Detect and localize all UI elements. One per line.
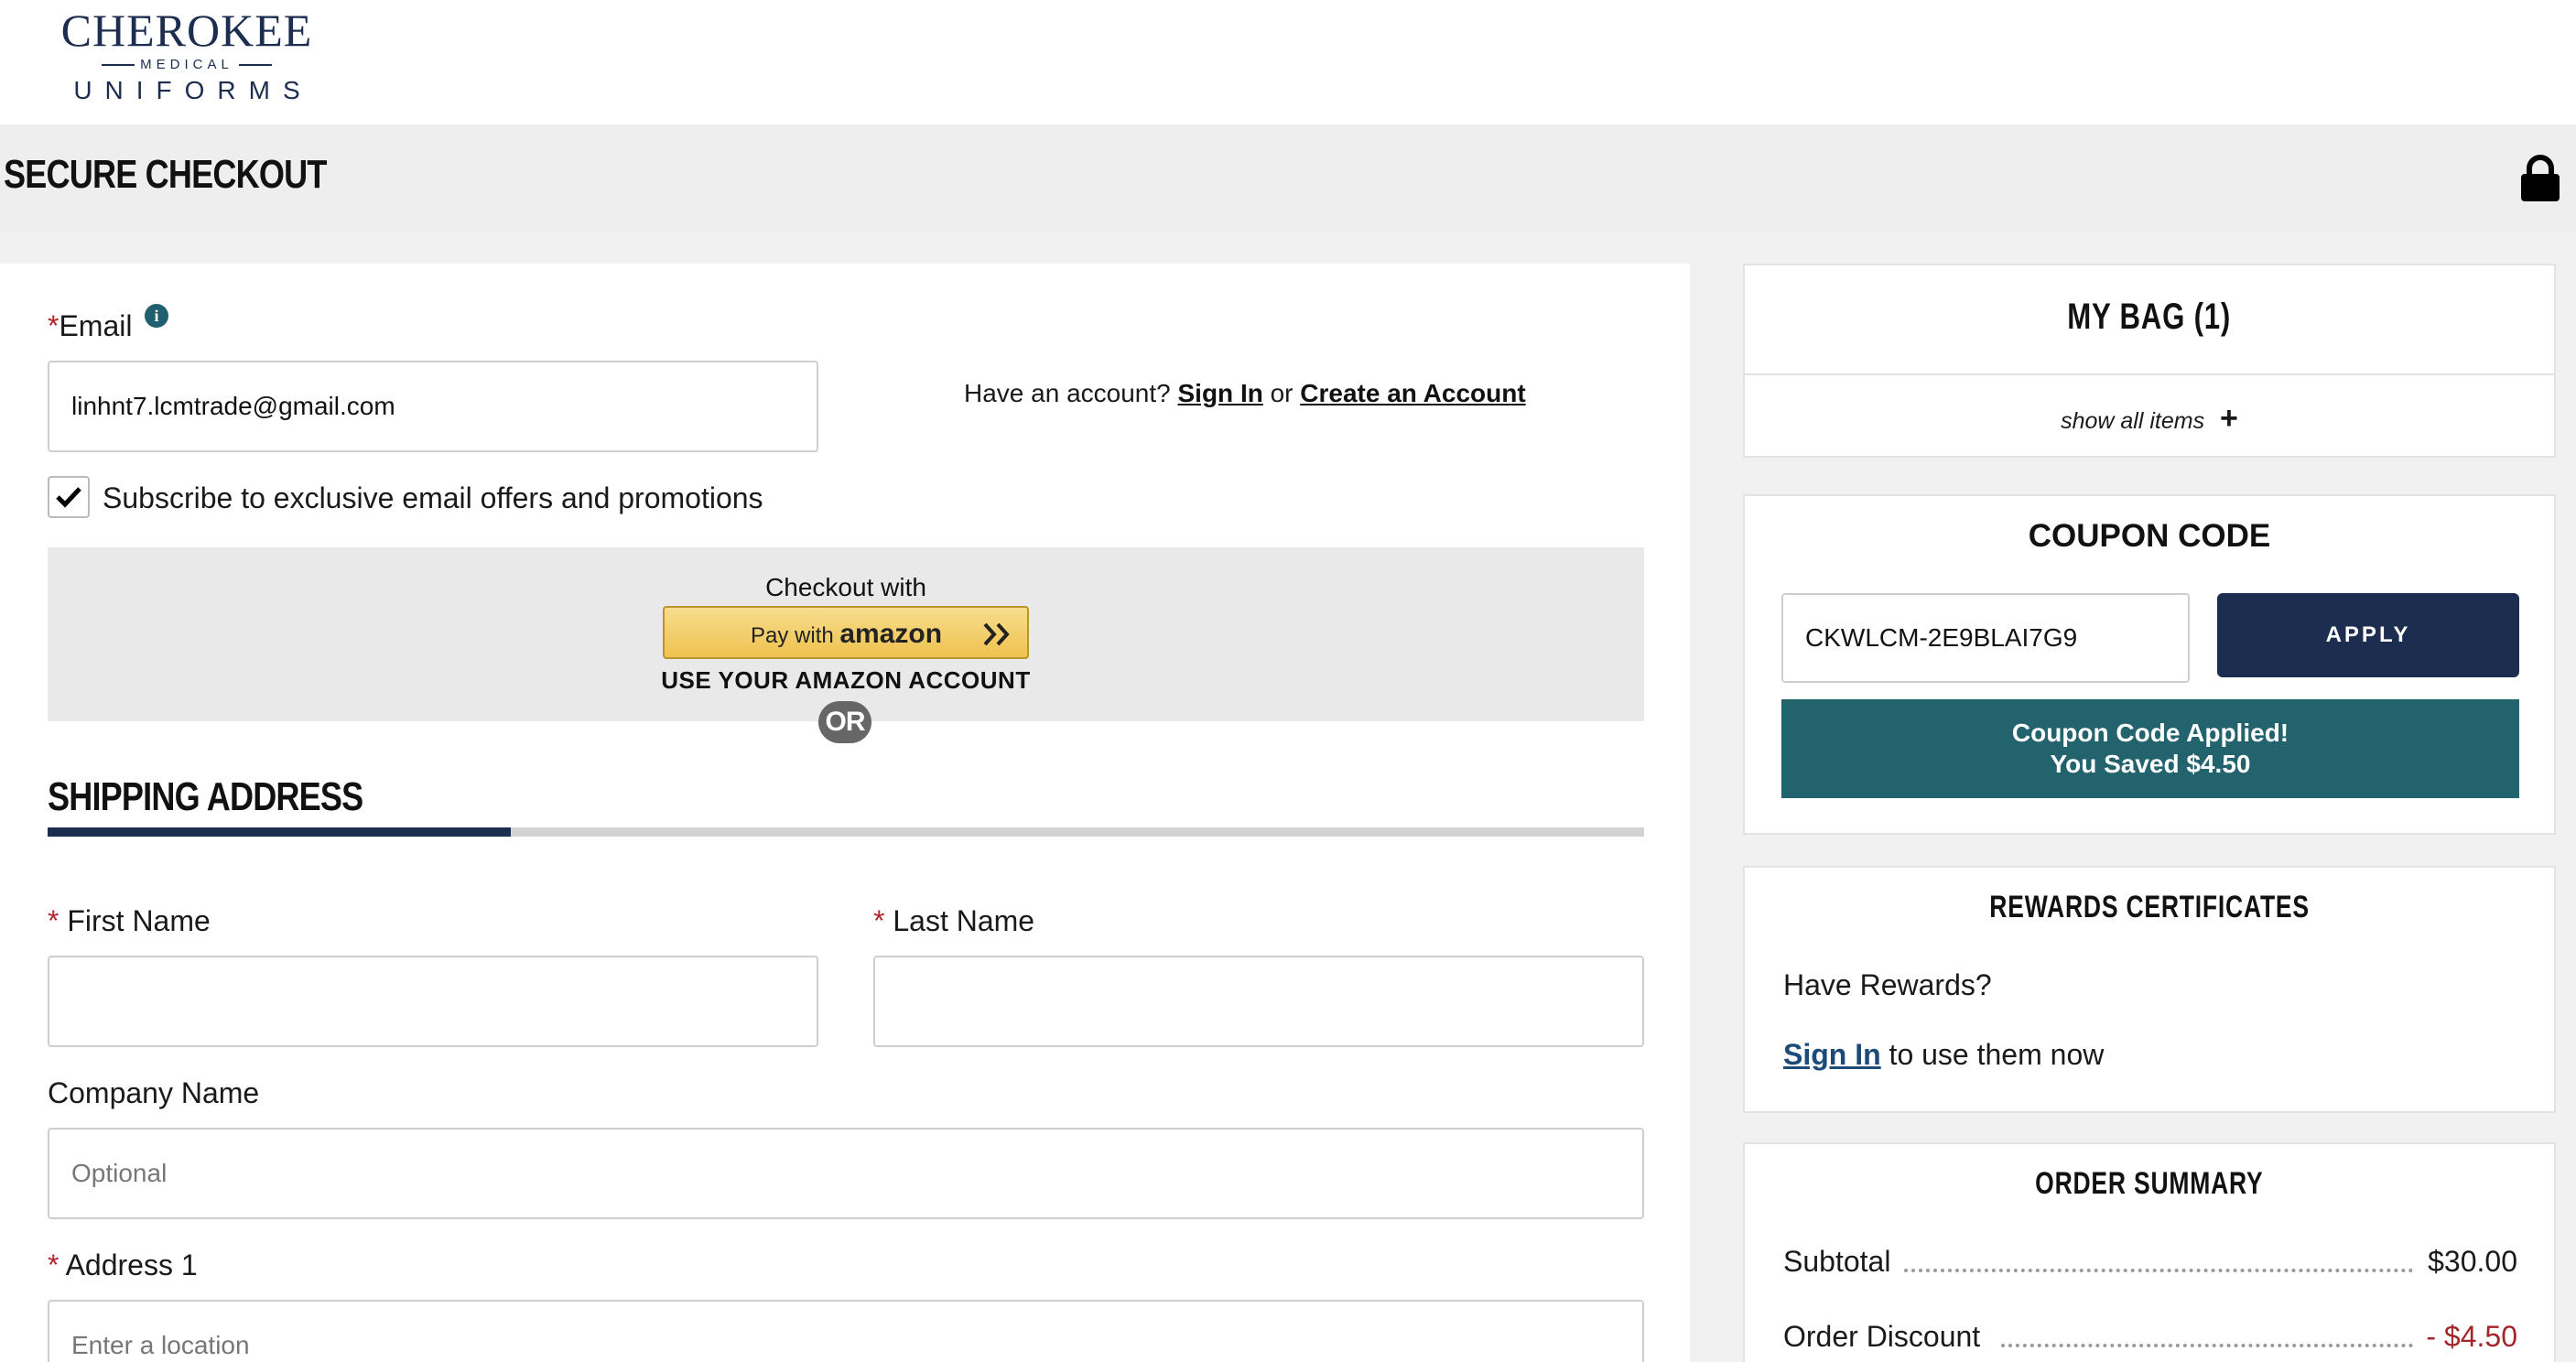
rewards-sign-in-link[interactable]: Sign In: [1783, 1038, 1881, 1071]
checkout-header-bar: SECURE CHECKOUT: [0, 124, 2576, 232]
first-name-label: * First Name: [48, 904, 211, 937]
amazon-checkout-with-text: Checkout with: [765, 573, 926, 601]
coupon-code-input[interactable]: CKWLCM-2E9BLAI7G9: [1781, 593, 2190, 683]
pay-with-amazon-button[interactable]: Pay with amazon: [663, 606, 1029, 659]
amazon-checkout-section: Checkout with Pay with amazon USE YOUR A…: [48, 547, 1644, 721]
discount-leader-dots: [2001, 1344, 2413, 1347]
address1-field[interactable]: Enter a location: [48, 1300, 1644, 1362]
last-name-label: * Last Name: [873, 904, 1035, 937]
order-summary-card: ORDER SUMMARY Subtotal $30.00 Order Disc…: [1743, 1142, 2556, 1362]
rewards-title: REWARDS CERTIFICATES: [1989, 890, 2310, 924]
or-divider-badge: OR: [818, 701, 871, 743]
logo-wordmark: CHEROKEE: [60, 5, 313, 56]
subtotal-leader-dots: [1904, 1269, 2413, 1272]
logo-subtitle: MEDICAL: [49, 57, 324, 73]
bag-divider: [1745, 373, 2554, 375]
sign-in-link[interactable]: Sign In: [1178, 379, 1263, 407]
lock-icon: [2521, 155, 2560, 201]
plus-icon: +: [2220, 401, 2238, 436]
logo-tagline: UNIFORMS: [73, 76, 313, 104]
show-all-items-button[interactable]: show all items +: [1745, 401, 2554, 437]
coupon-title: COUPON CODE: [2028, 518, 2271, 554]
my-bag-title: MY BAG (1): [2067, 297, 2232, 337]
coupon-applied-message: Coupon Code Applied! You Saved $4.50: [1781, 699, 2519, 798]
rewards-sign-in-line: Sign In to use them now: [1783, 1038, 2105, 1071]
checkout-progress-fill: [48, 827, 511, 837]
info-icon[interactable]: i: [145, 304, 168, 328]
subscribe-checkbox[interactable]: [48, 476, 90, 518]
page-title: SECURE CHECKOUT: [4, 152, 327, 197]
checkmark-icon: [56, 487, 81, 508]
checkout-form-panel: *Email i linhnt7.lcmtrade@gmail.com Have…: [0, 264, 1690, 1362]
order-discount-value: - $4.50: [2426, 1320, 2517, 1353]
account-prompt: Have an account? Sign In or Create an Ac…: [964, 379, 1526, 407]
double-chevron-right-icon: [983, 622, 1010, 646]
first-name-field[interactable]: [48, 956, 818, 1047]
site-header: CHEROKEE MEDICAL UNIFORMS: [0, 0, 2576, 124]
rewards-card: REWARDS CERTIFICATES Have Rewards? Sign …: [1743, 866, 2556, 1113]
order-summary-title: ORDER SUMMARY: [2035, 1166, 2264, 1201]
order-discount-label: Order Discount: [1783, 1320, 1981, 1353]
company-name-label: Company Name: [48, 1076, 260, 1109]
subtotal-label: Subtotal: [1783, 1245, 1891, 1278]
email-label: *Email: [48, 309, 133, 342]
order-discount-row: Order Discount: [1783, 1320, 2521, 1354]
have-rewards-text: Have Rewards?: [1783, 968, 1992, 1001]
subscribe-label: Subscribe to exclusive email offers and …: [103, 481, 763, 514]
checkout-progress-bar: [48, 827, 1644, 837]
email-field[interactable]: linhnt7.lcmtrade@gmail.com: [48, 361, 818, 452]
apply-coupon-button[interactable]: APPLY: [2217, 593, 2519, 677]
last-name-field[interactable]: [873, 956, 1644, 1047]
coupon-card: COUPON CODE CKWLCM-2E9BLAI7G9 APPLY Coup…: [1743, 494, 2556, 835]
subtotal-value: $30.00: [2428, 1245, 2517, 1278]
address1-label: * Address 1: [48, 1248, 198, 1281]
my-bag-card: MY BAG (1) show all items +: [1743, 264, 2556, 458]
cherokee-logo[interactable]: CHEROKEE MEDICAL UNIFORMS: [49, 4, 324, 104]
subtotal-row: Subtotal: [1783, 1245, 2521, 1279]
company-name-field[interactable]: Optional: [48, 1128, 1644, 1219]
amazon-logo: amazon: [839, 619, 943, 649]
use-amazon-account-text: USE YOUR AMAZON ACCOUNT: [661, 666, 1031, 694]
shipping-address-title: SHIPPING ADDRESS: [48, 774, 363, 819]
create-account-link[interactable]: Create an Account: [1300, 379, 1525, 407]
